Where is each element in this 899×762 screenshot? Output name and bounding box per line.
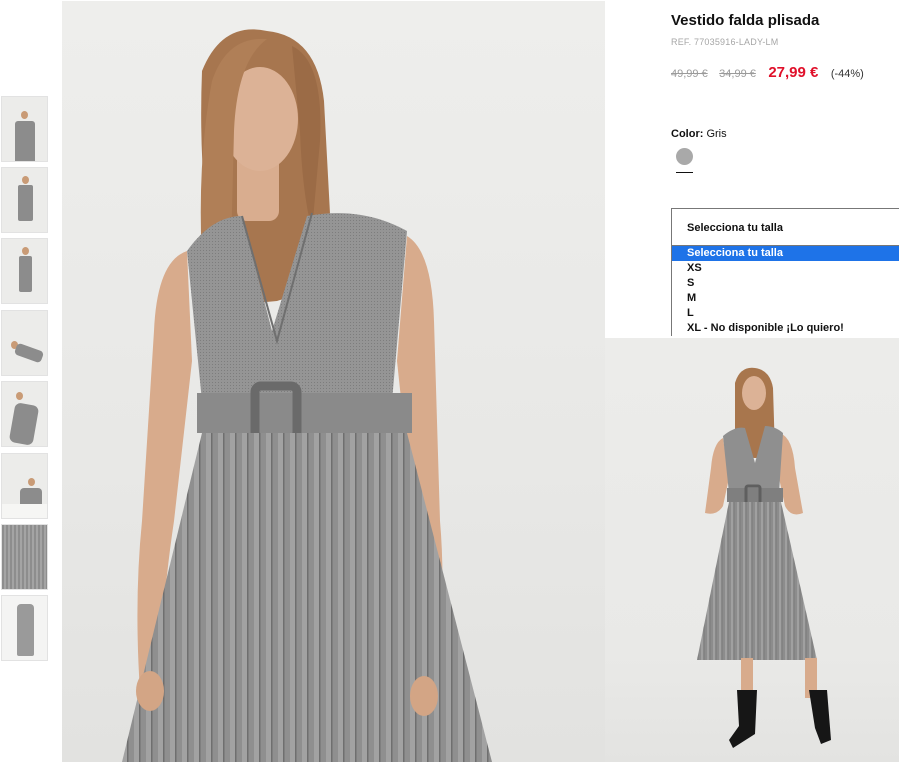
size-option-xl[interactable]: XL - No disponible ¡Lo quiero! xyxy=(672,321,899,336)
product-title: Vestido falda plisada xyxy=(671,12,820,29)
thumbnail-7[interactable] xyxy=(1,524,48,590)
original-price: 49,99 € xyxy=(671,68,708,80)
thumbnail-5[interactable] xyxy=(1,381,48,447)
size-dropdown-list: Selecciona tu talla XS S M L XL - No dis… xyxy=(671,246,899,336)
thumbnail-1[interactable] xyxy=(1,96,48,162)
product-reference: REF. 77035916-LADY-LM xyxy=(671,37,779,47)
size-select-value: Selecciona tu talla xyxy=(687,222,783,234)
size-select[interactable]: Selecciona tu talla xyxy=(671,208,899,246)
discount-badge: (-44%) xyxy=(830,68,864,80)
thumbnail-8[interactable] xyxy=(1,595,48,661)
secondary-product-image[interactable] xyxy=(605,338,899,762)
main-product-image[interactable] xyxy=(62,1,605,762)
thumbnail-2[interactable] xyxy=(1,167,48,233)
previous-price: 34,99 € xyxy=(719,68,756,80)
size-option-s[interactable]: S xyxy=(672,276,899,291)
thumbnail-6[interactable] xyxy=(1,453,48,519)
thumbnail-3[interactable] xyxy=(1,238,48,304)
size-option-xs[interactable]: XS xyxy=(672,261,899,276)
color-value: Gris xyxy=(706,128,727,140)
price-row: 49,99 € 34,99 € 27,99 € (-44%) xyxy=(671,64,864,82)
color-label: Color: xyxy=(671,128,704,140)
size-option-m[interactable]: M xyxy=(672,291,899,306)
color-swatch-gris[interactable] xyxy=(676,148,693,165)
sale-price: 27,99 € xyxy=(768,64,819,81)
thumbnail-4[interactable] xyxy=(1,310,48,376)
size-option-l[interactable]: L xyxy=(672,306,899,321)
size-option-placeholder[interactable]: Selecciona tu talla xyxy=(672,246,899,261)
swatch-selected-underline xyxy=(676,172,693,173)
color-label-row: Color: Gris xyxy=(671,128,727,140)
